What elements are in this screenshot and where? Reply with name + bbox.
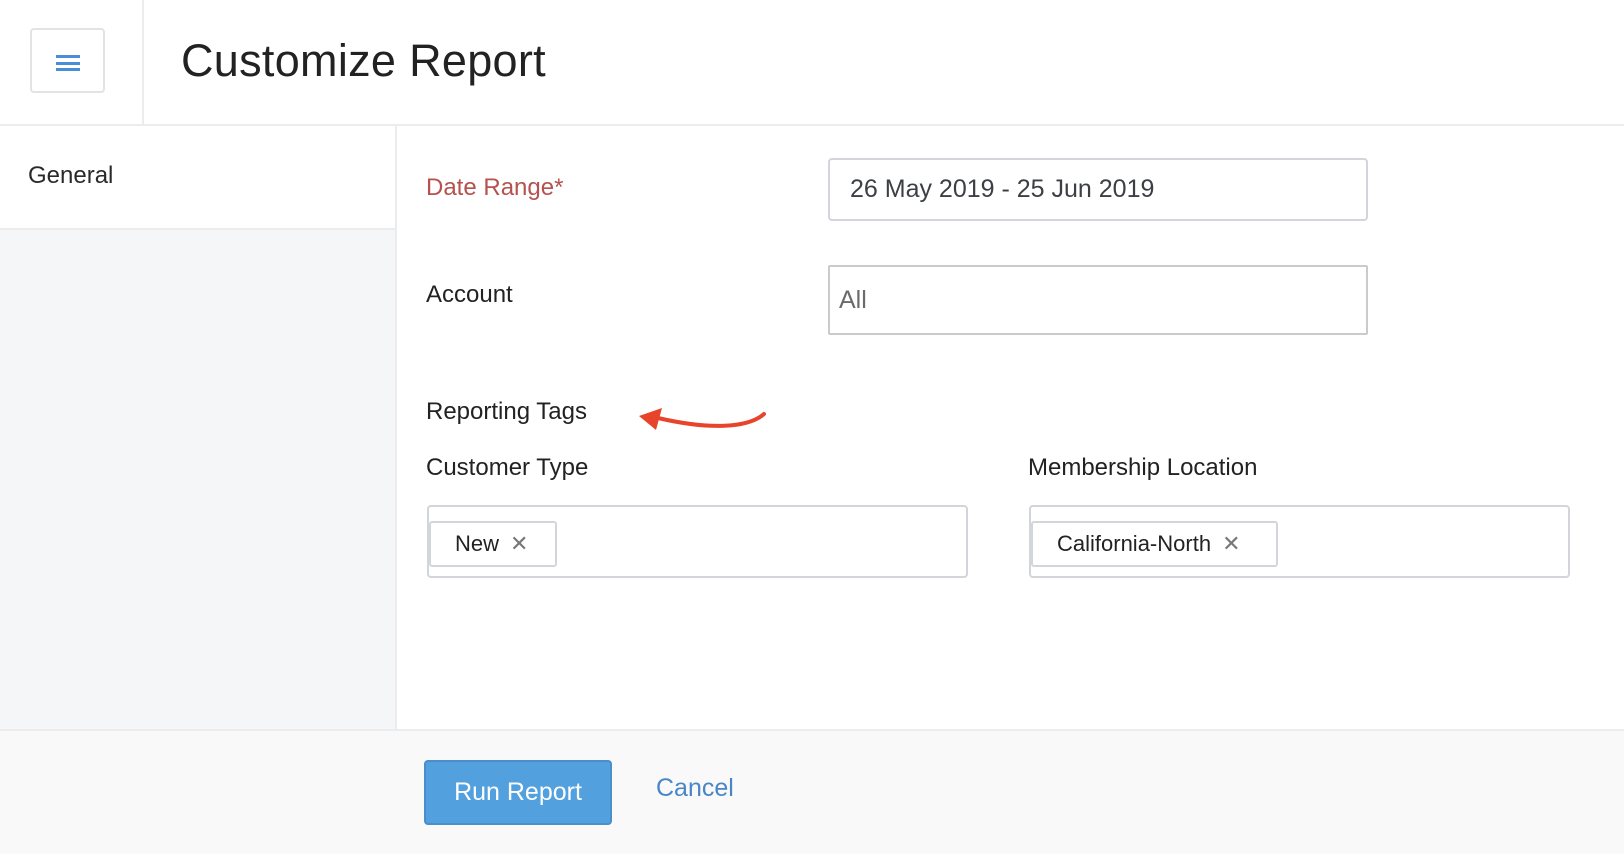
date-range-value: 26 May 2019 - 25 Jun 2019 (850, 175, 1155, 203)
tag-label: California-North (1057, 531, 1212, 556)
cancel-button[interactable]: Cancel (656, 774, 734, 803)
sidebar-item-label: General (28, 162, 114, 189)
menu-toggle-button[interactable] (30, 28, 105, 93)
customer-type-label: Customer Type (426, 454, 589, 481)
account-value: All (839, 285, 867, 314)
membership-location-label: Membership Location (1028, 454, 1258, 481)
date-range-input[interactable]: 26 May 2019 - 25 Jun 2019 (828, 158, 1368, 221)
tag-chip: New ✕ (429, 521, 557, 567)
page-title: Customize Report (181, 35, 546, 86)
run-report-button[interactable]: Run Report (424, 760, 612, 825)
date-range-label: Date Range* (426, 174, 564, 201)
remove-tag-icon[interactable]: ✕ (510, 531, 528, 557)
reporting-tags-heading: Reporting Tags (426, 398, 587, 425)
account-label: Account (426, 281, 513, 308)
remove-tag-icon[interactable]: ✕ (1222, 531, 1240, 557)
sidebar-item-general[interactable]: General (0, 126, 395, 230)
tag-label: New (455, 531, 500, 556)
red-arrow-annotation-icon (639, 408, 766, 430)
account-select[interactable]: All (828, 265, 1368, 335)
tag-chip: California-North ✕ (1031, 521, 1278, 567)
header-divider (142, 0, 144, 126)
form-footer (0, 729, 1624, 854)
